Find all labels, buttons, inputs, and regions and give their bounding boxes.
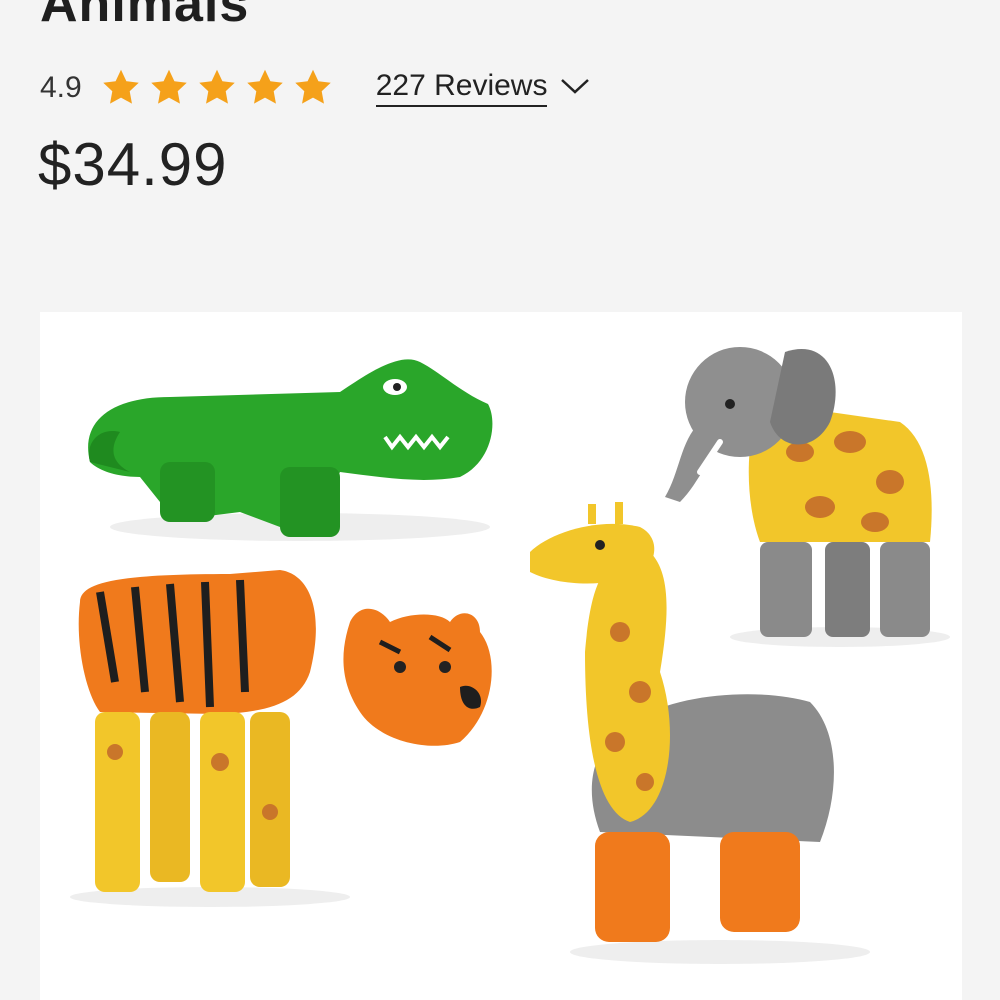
chevron-down-icon[interactable] [559,76,591,101]
rating-value: 4.9 [40,71,82,104]
product-title: Animals [40,0,250,33]
rating-stars [100,68,334,108]
rating-row: 4.9 227 Reviews [40,66,591,110]
product-price: $34.99 [38,131,228,198]
reviews-link[interactable]: 227 Reviews [375,69,592,107]
star-icon [148,68,190,108]
elephant-toy [665,347,950,647]
star-icon [244,68,286,108]
tiger-toy [70,570,350,907]
tiger-head-toy [343,608,492,746]
giraffe-toy [530,502,870,964]
star-icon [292,68,334,108]
crocodile-toy [88,359,493,541]
reviews-count[interactable]: 227 Reviews [375,69,548,107]
star-icon [196,68,238,108]
product-image[interactable] [40,312,962,1000]
star-icon [100,68,142,108]
